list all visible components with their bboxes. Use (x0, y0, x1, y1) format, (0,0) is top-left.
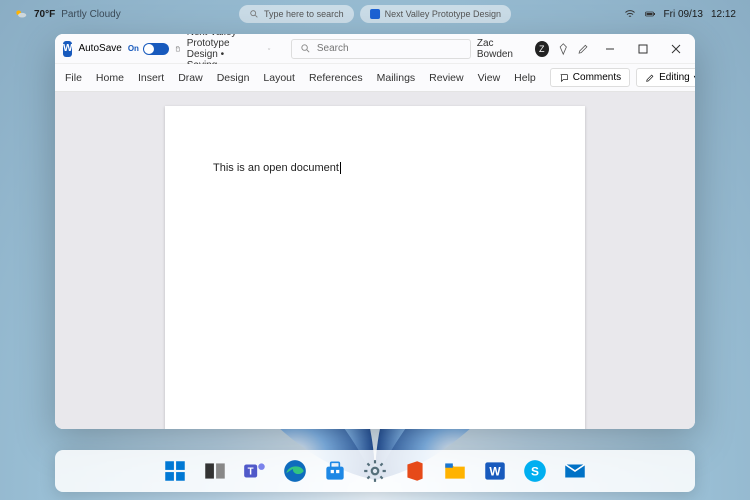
editing-mode-button[interactable]: Editing▾ (636, 68, 695, 87)
edge-app[interactable] (282, 458, 308, 484)
tab-mailings[interactable]: Mailings (377, 72, 416, 84)
app-search-input[interactable] (317, 43, 462, 54)
word-mini-icon (370, 9, 380, 19)
word-app-icon: W (63, 41, 72, 57)
start-button[interactable] (162, 458, 188, 484)
taskbar: T W S (55, 450, 695, 492)
chevron-down-icon[interactable] (267, 42, 271, 56)
battery-icon[interactable] (644, 8, 656, 20)
wifi-icon[interactable] (624, 8, 636, 20)
weather-condition: Partly Cloudy (61, 9, 120, 20)
document-canvas[interactable]: This is an open document (55, 92, 695, 429)
mail-app[interactable] (562, 458, 588, 484)
maximize-button[interactable] (631, 34, 656, 64)
skype-app[interactable]: S (522, 458, 548, 484)
app-search[interactable] (291, 39, 471, 59)
teams-app[interactable]: T (242, 458, 268, 484)
activity-pill-label: Next Valley Prototype Design (385, 9, 501, 19)
office-app[interactable] (402, 458, 428, 484)
tab-design[interactable]: Design (217, 72, 250, 84)
comments-label: Comments (573, 72, 621, 83)
ribbon-tabs: File Home Insert Draw Design Layout Refe… (55, 64, 695, 92)
tab-draw[interactable]: Draw (178, 72, 203, 84)
autosave-control[interactable]: AutoSave On (78, 43, 168, 55)
word-app[interactable]: W (482, 458, 508, 484)
comments-button[interactable]: Comments (550, 68, 630, 87)
save-icon[interactable] (175, 42, 181, 56)
temperature-label: 70°F (34, 9, 55, 20)
settings-app[interactable] (362, 458, 388, 484)
svg-text:S: S (531, 464, 539, 478)
autosave-label: AutoSave (78, 43, 121, 54)
system-search-placeholder: Type here to search (264, 9, 344, 19)
search-icon (249, 9, 259, 19)
word-app-window: W AutoSave On Next Valley Prototype Desi… (55, 34, 695, 429)
tab-view[interactable]: View (478, 72, 501, 84)
minimize-button[interactable] (598, 34, 623, 64)
tab-help[interactable]: Help (514, 72, 536, 84)
titlebar: W AutoSave On Next Valley Prototype Desi… (55, 34, 695, 64)
system-date[interactable]: Fri 09/13 (664, 9, 703, 20)
system-status-bar: 70°F Partly Cloudy Type here to search N… (0, 0, 750, 28)
editing-label: Editing (659, 72, 690, 83)
system-activity-pill[interactable]: Next Valley Prototype Design (360, 5, 511, 23)
user-name[interactable]: Zac Bowden (477, 38, 527, 60)
autosave-state: On (128, 44, 139, 53)
system-search[interactable]: Type here to search (239, 5, 354, 23)
system-time[interactable]: 12:12 (711, 9, 736, 20)
tab-insert[interactable]: Insert (138, 72, 164, 84)
weather-widget[interactable]: 70°F Partly Cloudy (14, 7, 121, 21)
close-button[interactable] (664, 34, 689, 64)
document-page[interactable]: This is an open document (165, 106, 585, 429)
search-icon (300, 43, 311, 54)
pencil-icon (645, 73, 655, 83)
diamond-icon[interactable] (557, 42, 570, 56)
tab-layout[interactable]: Layout (263, 72, 295, 84)
autosave-toggle[interactable] (143, 43, 169, 55)
svg-text:W: W (489, 464, 501, 478)
comment-icon (559, 73, 569, 83)
tab-home[interactable]: Home (96, 72, 124, 84)
task-view-button[interactable] (202, 458, 228, 484)
document-body-text[interactable]: This is an open document (213, 162, 341, 174)
avatar[interactable]: Z (535, 41, 549, 57)
svg-text:T: T (248, 466, 254, 477)
tab-review[interactable]: Review (429, 72, 463, 84)
pen-icon[interactable] (577, 42, 590, 56)
file-explorer-app[interactable] (442, 458, 468, 484)
weather-icon (14, 7, 28, 21)
tab-file[interactable]: File (65, 72, 82, 84)
store-app[interactable] (322, 458, 348, 484)
tab-references[interactable]: References (309, 72, 363, 84)
